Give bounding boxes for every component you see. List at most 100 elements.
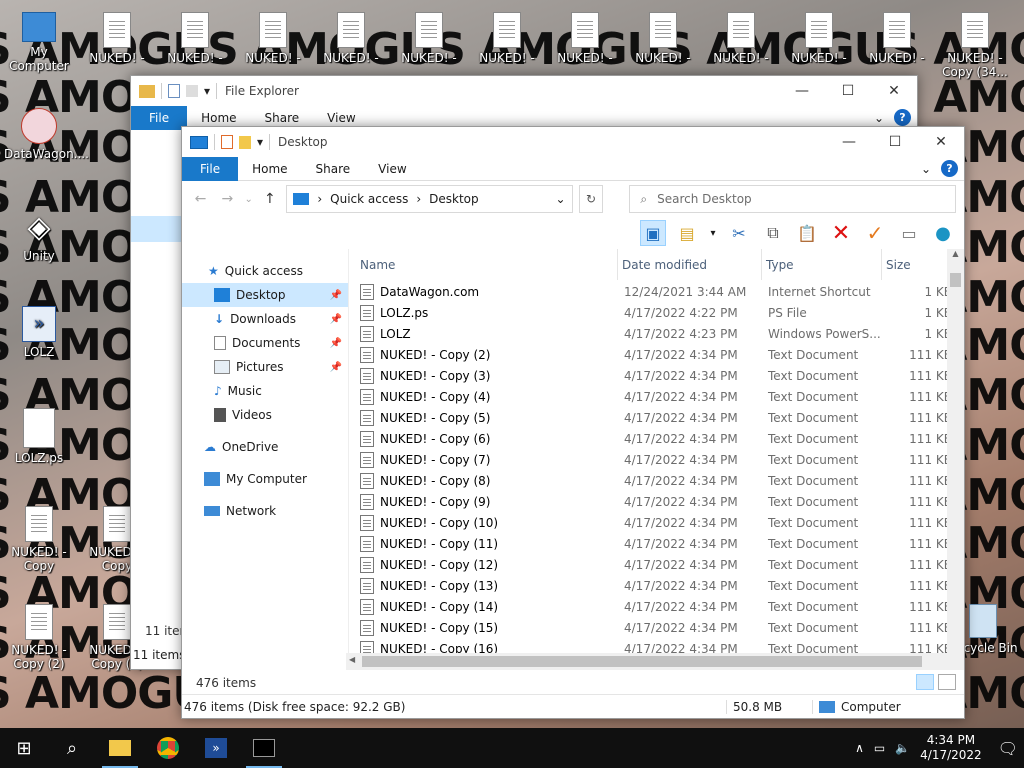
table-row[interactable]: NUKED! - Copy (14) 4/17/2022 4:34 PM Text … <box>356 596 964 617</box>
tab-view[interactable]: View <box>364 157 420 181</box>
nav-item-onedrive[interactable]: ☁ OneDrive <box>182 435 348 459</box>
file-explorer-taskbar-button[interactable] <box>96 728 144 768</box>
desktop-icon-nuked[interactable]: NUKED! - <box>394 12 464 65</box>
help-icon[interactable]: ? <box>941 160 958 177</box>
large-icons-view-icon[interactable] <box>938 674 956 690</box>
pin-icon[interactable]: 📌 <box>330 338 342 349</box>
file-name-cell[interactable]: NUKED! - Copy (4) <box>356 388 618 405</box>
table-row[interactable]: NUKED! - Copy (7) 4/17/2022 4:34 PM Text D… <box>356 449 964 470</box>
maximize-button[interactable]: ☐ <box>872 127 918 157</box>
properties-icon[interactable]: ▭ <box>896 220 922 246</box>
file-name-cell[interactable]: NUKED! - Copy (5) <box>356 409 618 426</box>
table-row[interactable]: NUKED! - Copy (6) 4/17/2022 4:34 PM Text D… <box>356 428 964 449</box>
file-name-cell[interactable]: NUKED! - Copy (13) <box>356 577 618 594</box>
cmd-taskbar-button[interactable] <box>240 728 288 768</box>
file-name-cell[interactable]: LOLZ <box>356 325 618 342</box>
desktop-icon-my-computer[interactable]: My Computer <box>4 12 74 73</box>
nav-item-videos[interactable]: Videos <box>182 403 348 427</box>
scroll-up-arrow-icon[interactable]: ▲ <box>947 249 964 265</box>
back-arrow-icon[interactable]: ← <box>190 191 211 207</box>
column-header-date[interactable]: Date modified <box>618 249 762 280</box>
nav-item-desktop[interactable]: Desktop 📌 <box>182 283 348 307</box>
file-name-cell[interactable]: NUKED! - Copy (14) <box>356 598 618 615</box>
desktop-icon-nuked[interactable]: NUKED! - <box>82 12 152 65</box>
table-row[interactable]: DataWagon.com 12/24/2021 3:44 AM Internet … <box>356 281 964 302</box>
copy-icon[interactable]: ⧉ <box>760 220 786 246</box>
forward-arrow-icon[interactable]: → <box>217 191 238 207</box>
desktop-icon-nuked[interactable]: NUKED! - <box>316 12 386 65</box>
nav-item-network[interactable]: Network <box>182 499 348 523</box>
table-row[interactable]: NUKED! - Copy (3) 4/17/2022 4:34 PM Text D… <box>356 365 964 386</box>
new-item-icon[interactable]: ▤ <box>674 220 700 246</box>
file-name-cell[interactable]: NUKED! - Copy (7) <box>356 451 618 468</box>
desktop-icon-nuked-copy[interactable]: NUKED! - Copy <box>4 506 74 573</box>
minimize-button[interactable]: — <box>826 127 872 157</box>
vertical-scrollbar[interactable]: ▲ <box>947 249 964 670</box>
desktop-icon-nuked[interactable]: NUKED! - <box>238 12 308 65</box>
expand-ribbon-icon[interactable]: ⌄ <box>874 111 884 125</box>
expand-ribbon-icon[interactable]: ⌄ <box>921 162 931 176</box>
pin-icon[interactable]: 📌 <box>330 290 342 301</box>
scrollbar-thumb[interactable] <box>950 273 961 287</box>
table-row[interactable]: NUKED! - Copy (8) 4/17/2022 4:34 PM Text D… <box>356 470 964 491</box>
table-row[interactable]: NUKED! - Copy (4) 4/17/2022 4:34 PM Text D… <box>356 386 964 407</box>
file-name-cell[interactable]: NUKED! - Copy (9) <box>356 493 618 510</box>
chrome-taskbar-button[interactable] <box>144 728 192 768</box>
table-row[interactable]: LOLZ.ps 4/17/2022 4:22 PM PS File 1 KB <box>356 302 964 323</box>
scrollbar-thumb[interactable] <box>362 656 922 667</box>
powershell-taskbar-button[interactable]: » <box>192 728 240 768</box>
breadcrumb-chevron-icon[interactable]: › <box>416 192 421 206</box>
table-row[interactable]: NUKED! - Copy (11) 4/17/2022 4:34 PM Text … <box>356 533 964 554</box>
show-hidden-icons-chevron-icon[interactable]: ∧ <box>855 741 864 755</box>
file-name-cell[interactable]: DataWagon.com <box>356 283 618 300</box>
search-button[interactable]: ⌕ <box>48 728 96 768</box>
breadcrumb-quick-access[interactable]: Quick access <box>330 192 408 206</box>
clock[interactable]: 4:34 PM 4/17/2022 <box>920 733 982 763</box>
maximize-button[interactable]: ☐ <box>825 76 871 106</box>
table-row[interactable]: NUKED! - Copy (9) 4/17/2022 4:34 PM Text D… <box>356 491 964 512</box>
customize-qa-chevron-icon[interactable]: ▾ <box>204 84 210 98</box>
desktop-icon-nuked[interactable]: NUKED! - <box>472 12 542 65</box>
file-explorer-window[interactable]: ▾ Desktop — ☐ ✕ File Home Share View ⌄? … <box>181 126 965 719</box>
title-bar[interactable]: ▾ File Explorer — ☐ ✕ <box>131 76 917 106</box>
table-row[interactable]: NUKED! - Copy (5) 4/17/2022 4:34 PM Text D… <box>356 407 964 428</box>
properties-icon[interactable] <box>221 135 233 149</box>
globe-icon[interactable]: ● <box>930 220 956 246</box>
column-header-name[interactable]: Name <box>356 249 618 280</box>
desktop-icon-datawagon[interactable]: DataWagon.... <box>4 108 89 161</box>
customize-qa-chevron-icon[interactable]: ▾ <box>257 135 263 149</box>
desktop-icon-nuked[interactable]: NUKED! - <box>628 12 698 65</box>
nav-item-pictures[interactable]: Pictures 📌 <box>182 355 348 379</box>
horizontal-scrollbar[interactable]: ◀ <box>346 653 947 670</box>
tab-file[interactable]: File <box>182 156 239 181</box>
breadcrumb-chevron-icon[interactable]: › <box>317 192 322 206</box>
desktop-icon-nuked[interactable]: NUKED! - <box>862 12 932 65</box>
table-row[interactable]: NUKED! - Copy (10) 4/17/2022 4:34 PM Text … <box>356 512 964 533</box>
desktop-icon-nuked[interactable]: NUKED! - <box>706 12 776 65</box>
table-row[interactable]: NUKED! - Copy (13) 4/17/2022 4:34 PM Text … <box>356 575 964 596</box>
nav-item-my-computer[interactable]: My Computer <box>182 467 348 491</box>
details-view-icon[interactable] <box>916 674 934 690</box>
paste-icon[interactable]: 📋 <box>794 220 820 246</box>
cut-icon[interactable]: ✂ <box>726 220 752 246</box>
table-row[interactable]: NUKED! - Copy (2) 4/17/2022 4:34 PM Text D… <box>356 344 964 365</box>
nav-item-music[interactable]: ♪ Music <box>182 379 348 403</box>
column-header-type[interactable]: Type <box>762 249 882 280</box>
new-folder-icon[interactable] <box>239 135 251 149</box>
network-icon[interactable]: ▭ <box>874 741 885 755</box>
file-name-cell[interactable]: NUKED! - Copy (3) <box>356 367 618 384</box>
desktop-icon-nuked-34[interactable]: NUKED! - Copy (34... <box>940 12 1010 79</box>
tab-share[interactable]: Share <box>302 157 365 181</box>
file-name-cell[interactable]: NUKED! - Copy (6) <box>356 430 618 447</box>
desktop-icon-lolz-ps[interactable]: LOLZ.ps <box>4 408 74 465</box>
search-input[interactable]: ⌕ Search Desktop <box>629 185 956 213</box>
close-button[interactable]: ✕ <box>871 76 917 106</box>
close-button[interactable]: ✕ <box>918 127 964 157</box>
desktop-icon-nuked-copy-2[interactable]: NUKED! - Copy (2) <box>4 604 74 671</box>
file-name-cell[interactable]: NUKED! - Copy (8) <box>356 472 618 489</box>
table-row[interactable]: NUKED! - Copy (15) 4/17/2022 4:34 PM Text … <box>356 617 964 638</box>
up-arrow-icon[interactable]: ↑ <box>259 191 280 207</box>
help-icon[interactable]: ? <box>894 109 911 126</box>
file-name-cell[interactable]: NUKED! - Copy (11) <box>356 535 618 552</box>
column-header-size[interactable]: Size <box>882 249 952 280</box>
